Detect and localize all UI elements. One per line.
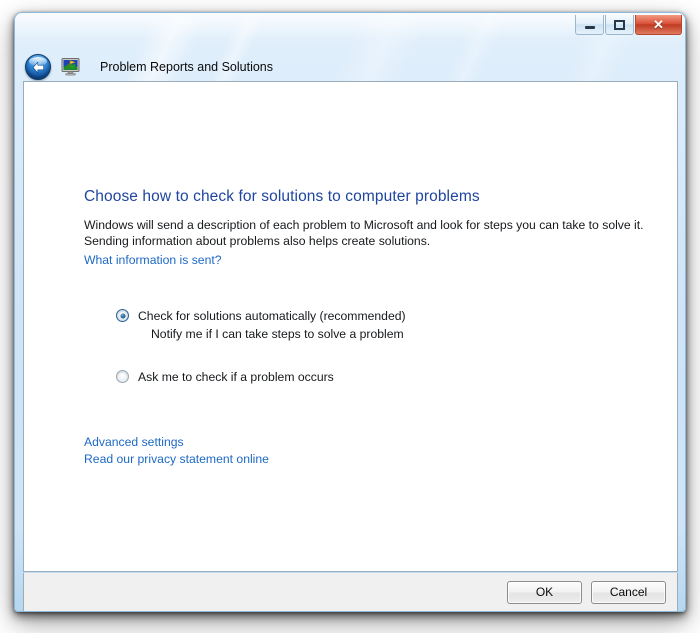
advanced-settings-link[interactable]: Advanced settings [84,434,677,451]
what-information-is-sent-link[interactable]: What information is sent? [84,253,222,267]
back-button[interactable] [25,54,51,80]
minimize-icon [584,26,595,29]
minimize-button[interactable] [575,15,604,35]
back-arrow-icon [32,60,44,74]
ok-button[interactable]: OK [507,580,582,604]
window-title: Problem Reports and Solutions [100,60,274,74]
command-bar: OK Cancel [23,573,678,611]
radio-label-ask-me: Ask me to check if a problem occurs [138,370,334,384]
radio-indicator-automatic[interactable] [116,309,129,322]
page-title: Choose how to check for solutions to com… [84,188,480,205]
maximize-icon [614,19,625,30]
radio-option-ask-me[interactable]: Ask me to check if a problem occurs [116,368,677,386]
cancel-button[interactable]: Cancel [591,580,666,604]
description-line-2: Sending information about problems also … [84,233,431,248]
problem-reports-monitor-icon [61,58,81,76]
close-icon: ✕ [653,17,664,32]
radio-indicator-ask-me[interactable] [116,370,129,383]
dialog-window: ✕ Problem Reports and Solutions Choose h… [14,12,686,612]
description-line-1: Windows will send a description of each … [84,218,644,232]
radio-option-automatic[interactable]: Check for solutions automatically (recom… [116,307,677,343]
secondary-links: Advanced settings Read our privacy state… [84,434,677,467]
close-button[interactable]: ✕ [635,15,682,35]
privacy-statement-link[interactable]: Read our privacy statement online [84,451,677,468]
maximize-button[interactable] [605,15,634,35]
solution-check-radio-group: Check for solutions automatically (recom… [116,307,677,386]
radio-label-automatic: Check for solutions automatically (recom… [138,309,406,323]
radio-sublabel-automatic: Notify me if I can take steps to solve a… [151,327,404,341]
info-link-container: What information is sent? [84,251,677,269]
content-panel: Choose how to check for solutions to com… [23,81,678,572]
caption-button-group: ✕ [574,14,682,36]
